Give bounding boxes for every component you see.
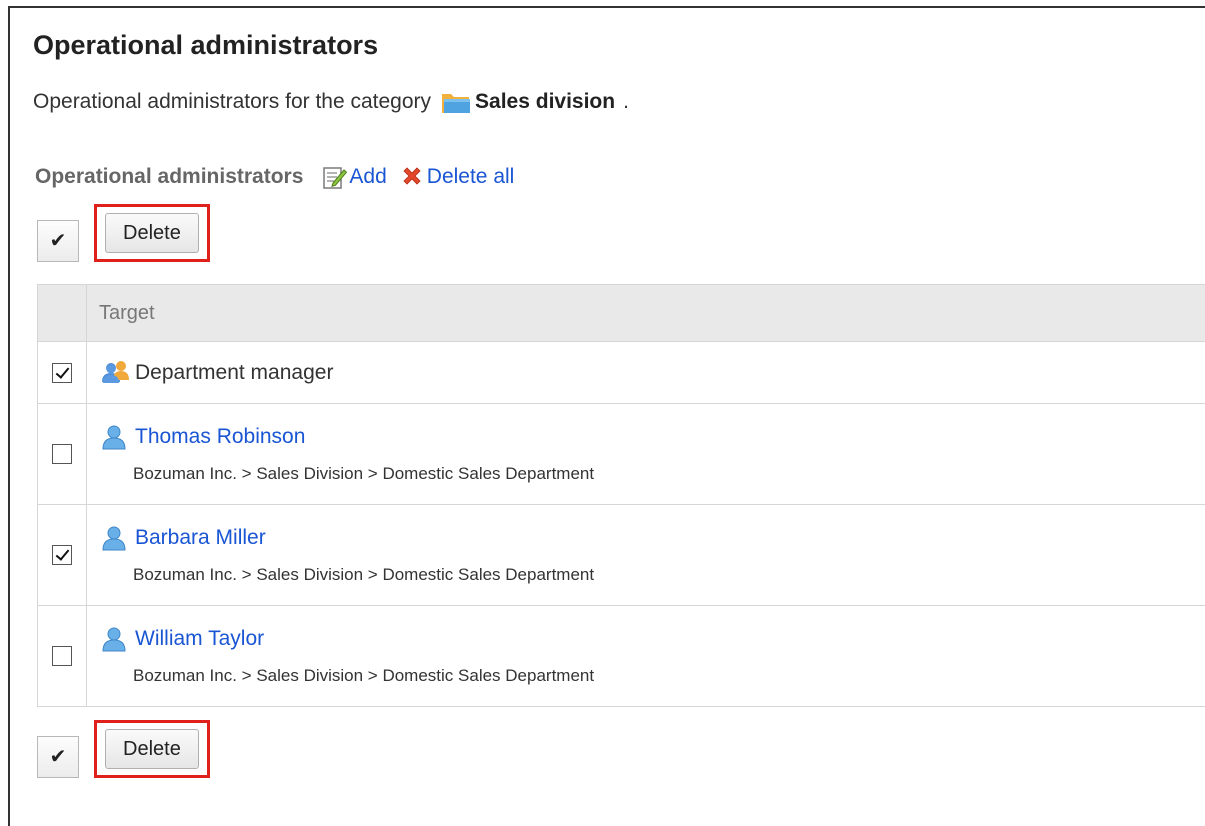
target-cell: William Taylor Bozuman Inc. > Sales Divi… [87,606,1205,707]
row-checkbox[interactable] [52,363,72,383]
org-path: Bozuman Inc. > Sales Division > Domestic… [99,666,1205,686]
check-all-button[interactable]: ✔ [37,220,79,262]
red-x-icon [399,164,425,190]
table-row: Thomas Robinson Bozuman Inc. > Sales Div… [38,404,1205,505]
row-checkbox[interactable] [52,444,72,464]
role-name: Department manager [135,361,333,385]
org-path: Bozuman Inc. > Sales Division > Domestic… [99,565,1205,585]
delete-button[interactable]: Delete [105,729,199,769]
table-row: William Taylor Bozuman Inc. > Sales Divi… [38,606,1205,707]
bottom-toolbar: ✔ Delete [37,735,210,778]
row-checkbox[interactable] [52,545,72,565]
table-row: Barbara Miller Bozuman Inc. > Sales Divi… [38,505,1205,606]
administrators-table: Target [37,284,1205,707]
org-path: Bozuman Inc. > Sales Division > Domestic… [99,464,1205,484]
header-target: Target [87,285,1205,342]
row-check-cell [38,606,87,707]
delete-button-highlight: Delete [94,204,210,262]
users-group-icon [99,360,133,386]
delete-button-highlight: Delete [94,720,210,778]
target-cell: Thomas Robinson Bozuman Inc. > Sales Div… [87,404,1205,505]
folder-icon [441,89,471,115]
description-text: Operational administrators for the categ… [33,90,431,114]
user-icon [99,424,133,450]
user-link[interactable]: Barbara Miller [135,526,266,550]
user-link[interactable]: Thomas Robinson [135,425,305,449]
add-link[interactable]: Add [321,164,386,190]
category-name: Sales division [475,90,615,114]
target-cell: Barbara Miller Bozuman Inc. > Sales Divi… [87,505,1205,606]
target-cell: Department manager [87,342,1205,404]
user-icon [99,525,133,551]
page-description: Operational administrators for the categ… [33,89,629,115]
table-header-row: Target [38,285,1205,342]
add-label: Add [349,165,386,189]
user-icon [99,626,133,652]
admin-section-header: Operational administrators Add Delete al… [35,164,514,190]
edit-note-icon [321,164,347,190]
delete-all-label: Delete all [427,165,515,189]
top-toolbar: ✔ Delete [37,219,210,262]
row-check-cell [38,342,87,404]
delete-button[interactable]: Delete [105,213,199,253]
delete-all-link[interactable]: Delete all [399,164,515,190]
header-check-cell [38,285,87,342]
row-check-cell [38,505,87,606]
user-link[interactable]: William Taylor [135,627,264,651]
row-checkbox[interactable] [52,646,72,666]
section-title: Operational administrators [35,165,303,189]
table-row: Department manager [38,342,1205,404]
page-title: Operational administrators [33,30,378,61]
description-period: . [623,90,629,114]
check-all-button[interactable]: ✔ [37,736,79,778]
row-check-cell [38,404,87,505]
